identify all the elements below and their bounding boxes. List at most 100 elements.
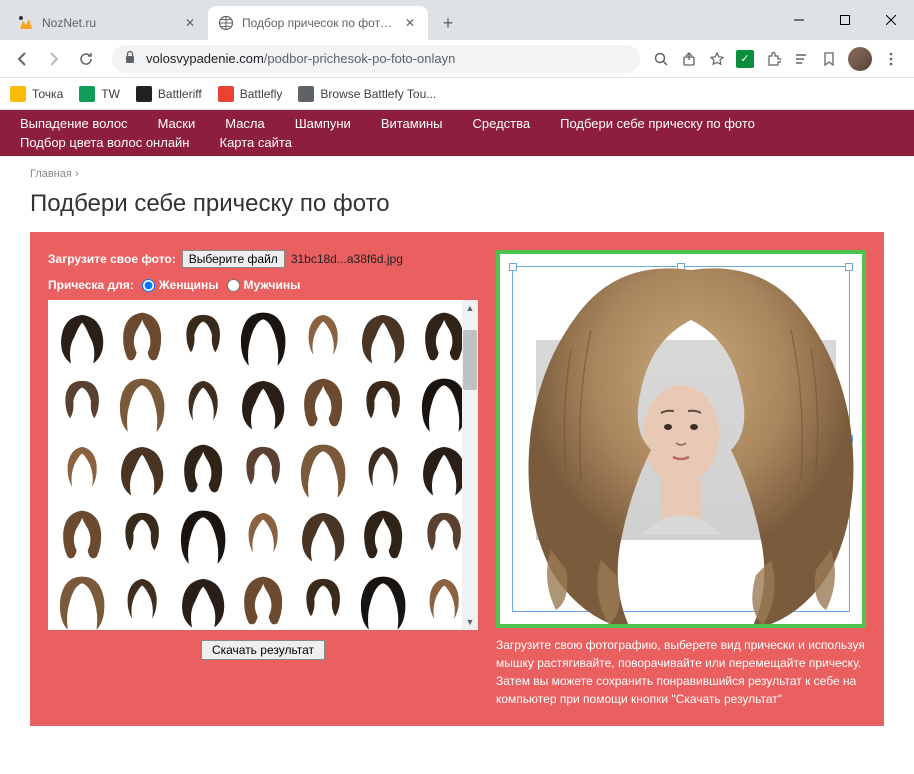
close-window-button[interactable]	[868, 0, 914, 40]
gender-label: Прическа для:	[48, 278, 134, 292]
nav-link[interactable]: Шампуни	[295, 116, 351, 131]
hairstyle-thumbnail[interactable]	[114, 570, 170, 630]
hairstyle-thumbnail[interactable]	[114, 504, 170, 566]
bookmark-item[interactable]: Battlefly	[218, 86, 283, 102]
reload-button[interactable]	[72, 45, 100, 73]
download-button[interactable]: Скачать результат	[201, 640, 325, 660]
hairstyle-thumbnail[interactable]	[295, 570, 351, 630]
hairstyle-thumbnail[interactable]	[114, 438, 170, 500]
hairstyle-thumbnail[interactable]	[235, 306, 291, 368]
app-panel: Загрузите свое фото: Выберите файл 31bc1…	[30, 232, 884, 726]
gender-male-label[interactable]: Мужчины	[244, 278, 301, 292]
nav-link[interactable]: Масла	[225, 116, 265, 131]
close-icon[interactable]: ✕	[182, 15, 198, 31]
extension-checkmark-icon[interactable]: ✓	[736, 50, 754, 68]
share-icon[interactable]	[680, 50, 698, 68]
hairstyle-thumbnail[interactable]	[235, 372, 291, 434]
hairstyle-thumbnail[interactable]	[175, 306, 231, 368]
upload-label: Загрузите свое фото:	[48, 252, 176, 266]
star-icon[interactable]	[708, 50, 726, 68]
new-tab-button[interactable]: +	[434, 9, 462, 37]
page-title: Подбери себе прическу по фото	[0, 186, 914, 232]
hairstyle-thumbnail[interactable]	[54, 306, 110, 368]
hairstyle-thumbnail[interactable]	[355, 438, 411, 500]
hairstyle-thumbnail[interactable]	[54, 570, 110, 630]
gender-female-radio[interactable]	[142, 279, 155, 292]
hairstyle-thumbnail[interactable]	[54, 438, 110, 500]
forward-button[interactable]	[40, 45, 68, 73]
bookmark-item[interactable]: Battleriff	[136, 86, 202, 102]
bookmark-item[interactable]: Browse Battlefy Tou...	[298, 86, 436, 102]
hairstyle-thumbnail[interactable]	[295, 438, 351, 500]
hairstyle-thumbnail[interactable]	[295, 504, 351, 566]
scroll-thumb[interactable]	[463, 330, 477, 390]
bookmark-item[interactable]: TW	[79, 86, 120, 102]
nav-link[interactable]: Маски	[158, 116, 196, 131]
gender-female-label[interactable]: Женщины	[159, 278, 219, 292]
maximize-button[interactable]	[822, 0, 868, 40]
hairstyle-overlay[interactable]	[496, 250, 866, 628]
globe-icon	[218, 15, 234, 31]
back-button[interactable]	[8, 45, 36, 73]
nav-link[interactable]: Выпадение волос	[20, 116, 128, 131]
site-nav: Выпадение волос Маски Масла Шампуни Вита…	[0, 110, 914, 156]
breadcrumb-sep: ›	[75, 168, 79, 180]
search-icon[interactable]	[652, 50, 670, 68]
bookmark-icon	[218, 86, 234, 102]
nav-link[interactable]: Подбери себе прическу по фото	[560, 116, 755, 131]
hairstyle-thumbnail[interactable]	[355, 372, 411, 434]
browser-titlebar: NozNet.ru ✕ Подбор причесок по фото онла…	[0, 0, 914, 40]
puzzle-icon[interactable]	[764, 50, 782, 68]
breadcrumb-home[interactable]: Главная	[30, 168, 72, 180]
gender-male-radio[interactable]	[227, 279, 240, 292]
url-domain: volosvypadenie.com	[146, 51, 264, 66]
profile-avatar[interactable]	[848, 47, 872, 71]
hairstyle-thumbnail[interactable]	[54, 504, 110, 566]
hairstyle-thumbnail[interactable]	[54, 372, 110, 434]
hairstyle-thumbnail[interactable]	[175, 438, 231, 500]
hairstyle-thumbnail[interactable]	[295, 306, 351, 368]
minimize-button[interactable]	[776, 0, 822, 40]
hairstyle-thumbnail[interactable]	[114, 372, 170, 434]
scrollbar[interactable]: ▲ ▼	[462, 300, 478, 630]
bookmarks-bar: Точка TW Battleriff Battlefly Browse Bat…	[0, 78, 914, 110]
close-icon[interactable]: ✕	[402, 15, 418, 31]
bookmark-icon	[79, 86, 95, 102]
nav-link[interactable]: Средства	[473, 116, 531, 131]
address-bar[interactable]: volosvypadenie.com/podbor-prichesok-po-f…	[112, 45, 640, 73]
list-icon[interactable]	[792, 50, 810, 68]
hairstyle-thumbnail[interactable]	[235, 570, 291, 630]
nav-link[interactable]: Подбор цвета волос онлайн	[20, 135, 190, 150]
hairstyle-thumbnail[interactable]	[114, 306, 170, 368]
nav-link[interactable]: Карта сайта	[220, 135, 292, 150]
breadcrumb: Главная ›	[0, 156, 914, 186]
gender-row: Прическа для: Женщины Мужчины	[48, 278, 478, 292]
hairstyle-thumbnail[interactable]	[295, 372, 351, 434]
bookmark-item[interactable]: Точка	[10, 86, 63, 102]
browser-toolbar: volosvypadenie.com/podbor-prichesok-po-f…	[0, 40, 914, 78]
bookmark-icon	[10, 86, 26, 102]
hairstyle-thumbnail[interactable]	[175, 504, 231, 566]
tab-title: NozNet.ru	[42, 16, 178, 30]
preview-box[interactable]	[496, 250, 866, 628]
nav-link[interactable]: Витамины	[381, 116, 443, 131]
hairstyle-thumbnail[interactable]	[175, 372, 231, 434]
hairstyle-thumbnail[interactable]	[235, 438, 291, 500]
hairstyle-thumbnail[interactable]	[175, 570, 231, 630]
hairstyle-thumbnail[interactable]	[235, 504, 291, 566]
scroll-down-icon[interactable]: ▼	[462, 614, 478, 630]
browser-tab[interactable]: NozNet.ru ✕	[8, 6, 208, 40]
file-name: 31bc18d...a38f6d.jpg	[291, 252, 403, 266]
hairstyle-thumbnail[interactable]	[355, 306, 411, 368]
bookmark-icon[interactable]	[820, 50, 838, 68]
hairstyle-thumbnail[interactable]	[355, 570, 411, 630]
menu-icon[interactable]	[882, 50, 900, 68]
hairstyle-thumbnail[interactable]	[355, 504, 411, 566]
tab-title: Подбор причесок по фото онла	[242, 16, 398, 30]
choose-file-button[interactable]: Выберите файл	[182, 250, 285, 268]
browser-tab-active[interactable]: Подбор причесок по фото онла ✕	[208, 6, 428, 40]
window-controls	[776, 0, 914, 40]
upload-row: Загрузите свое фото: Выберите файл 31bc1…	[48, 250, 478, 268]
scroll-up-icon[interactable]: ▲	[462, 300, 478, 316]
bookmark-icon	[136, 86, 152, 102]
